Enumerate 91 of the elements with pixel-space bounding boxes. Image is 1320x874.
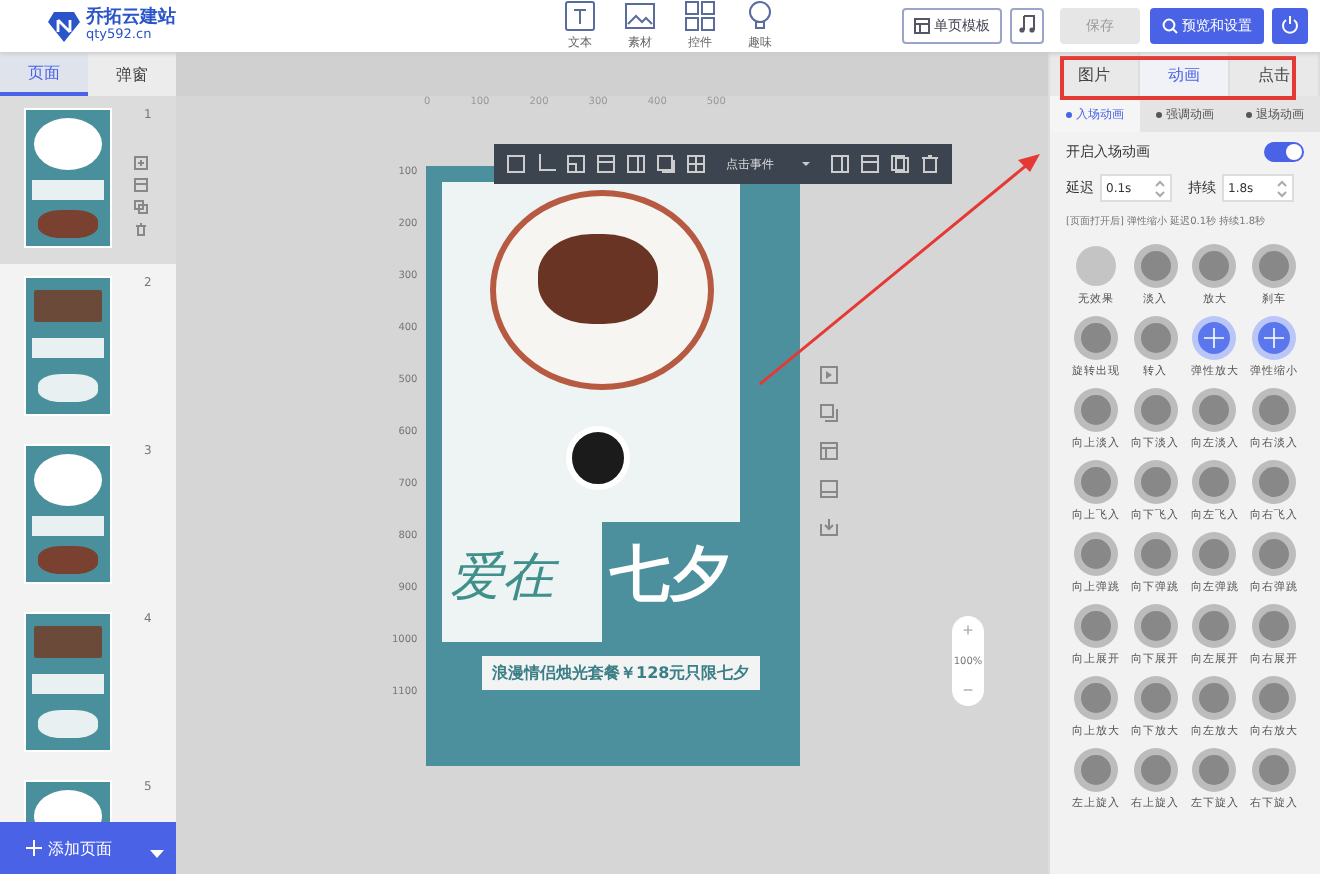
poster-title: 七夕 [610, 538, 730, 614]
effect-icon [1252, 460, 1297, 504]
copy-icon [890, 154, 910, 174]
logo-name: 乔拓云建站 [86, 10, 176, 29]
poster-title: 爱在 [450, 542, 554, 612]
layout-icon [820, 442, 838, 460]
effect-icon [1192, 316, 1237, 360]
template-icon [134, 178, 148, 192]
toolbar-button[interactable] [504, 150, 528, 178]
effect-icon [1192, 460, 1237, 504]
caret-icon [150, 849, 164, 857]
grid-icon [686, 154, 706, 174]
effect-icon [1133, 316, 1178, 360]
effect-icon [1133, 532, 1178, 576]
toolbar-button[interactable] [594, 150, 618, 178]
align-icon [596, 154, 616, 174]
effect-icon [1073, 316, 1118, 360]
effect-icon [1073, 604, 1118, 648]
effect-icon [1192, 676, 1237, 720]
effect-icon [1252, 532, 1297, 576]
toolbar-button[interactable] [918, 150, 942, 178]
music-button[interactable] [1010, 8, 1044, 44]
effect-icon [1252, 316, 1297, 360]
effect-icon [1133, 676, 1178, 720]
lightbulb-icon [744, 0, 776, 32]
text-tool-icon [564, 0, 596, 32]
effect-icon [1252, 388, 1297, 432]
music-note-icon [1016, 11, 1038, 33]
toolbar-button[interactable] [828, 150, 852, 178]
align-icon [830, 154, 850, 174]
layout-icon [914, 18, 930, 34]
toggle-switch[interactable] [1264, 142, 1304, 162]
logo-icon [48, 10, 80, 42]
play-icon [820, 366, 838, 384]
resize-icon [566, 154, 586, 174]
download-icon [820, 518, 838, 536]
grid-icon [684, 0, 716, 32]
frame-icon [506, 154, 526, 174]
effect-icon [1133, 748, 1178, 792]
align-icon [626, 154, 646, 174]
effect-icon [1073, 460, 1118, 504]
poster-banner: 浪漫情侣烛光套餐￥128元只限七夕 [482, 656, 760, 690]
add-page-button[interactable]: 添加页面 [0, 835, 138, 861]
toolbar-button[interactable] [564, 150, 588, 178]
page-thumbnail[interactable] [24, 108, 112, 248]
align-icon [860, 154, 880, 174]
effect-icon [1252, 244, 1297, 288]
effect-icon [1192, 604, 1237, 648]
toolbar-button[interactable] [654, 150, 678, 178]
effect-icon [1192, 244, 1237, 288]
effect-icon [1192, 748, 1237, 792]
toolbar-button[interactable] [858, 150, 882, 178]
effect-icon [1073, 244, 1118, 288]
effect-icon [1252, 748, 1297, 792]
copy-icon [134, 200, 148, 214]
toolbar-button[interactable] [684, 150, 708, 178]
effect-icon [1133, 388, 1178, 432]
panel-tab[interactable]: 弹窗 [88, 52, 176, 96]
stepper-icon [1154, 179, 1166, 197]
image-icon [624, 0, 656, 32]
crop-icon [536, 154, 556, 174]
trash-icon [134, 222, 148, 236]
power-icon [1280, 13, 1300, 33]
effect-icon [1073, 388, 1118, 432]
effect-icon [1073, 748, 1118, 792]
effect-icon [1073, 532, 1118, 576]
page-thumbnail[interactable] [24, 612, 112, 752]
toolbar-button[interactable] [624, 150, 648, 178]
effect-icon [1192, 532, 1237, 576]
plus-icon [26, 840, 42, 856]
effect-icon [1252, 676, 1297, 720]
effect-icon [1192, 388, 1237, 432]
effect-icon [1133, 604, 1178, 648]
effect-icon [1133, 460, 1178, 504]
add-page-icon [134, 156, 148, 170]
toolbar-button[interactable] [888, 150, 912, 178]
effect-icon [1252, 604, 1297, 648]
page-thumbnail[interactable] [24, 276, 112, 416]
power-button[interactable] [1272, 8, 1308, 44]
stepper-icon [1276, 179, 1288, 197]
template-icon [820, 480, 838, 498]
search-icon [1162, 18, 1178, 34]
layers-icon [820, 404, 838, 422]
effect-icon [1133, 244, 1178, 288]
effect-icon [1073, 676, 1118, 720]
shadow-icon [656, 154, 676, 174]
property-tab[interactable]: 动画 [1140, 52, 1230, 96]
panel-tab[interactable]: 页面 [0, 52, 88, 96]
trash-icon [920, 154, 940, 174]
page-thumbnail[interactable] [24, 444, 112, 584]
caret-icon [802, 162, 810, 166]
